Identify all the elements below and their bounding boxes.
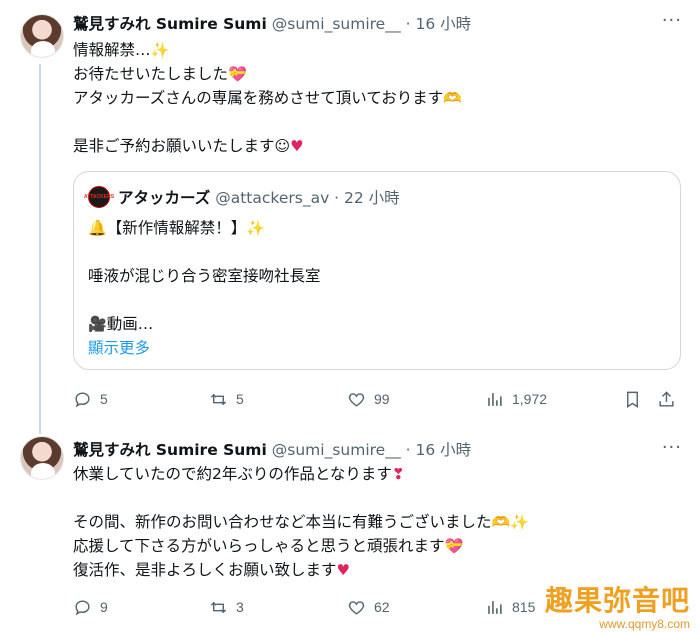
- bell-icon: 🔔: [88, 219, 107, 237]
- reply-count: 9: [100, 599, 108, 615]
- tweet-header: 鷲見すみれ Sumire Sumi @sumi_sumire__ · 16 小時: [73, 12, 471, 34]
- author-name[interactable]: 鷲見すみれ Sumire Sumi: [73, 12, 267, 34]
- retweet-icon: [210, 601, 227, 613]
- retweet-count: 3: [236, 599, 244, 615]
- reply-button[interactable]: 5: [73, 387, 108, 411]
- movie-camera-icon: 🎥: [88, 315, 107, 333]
- watermark-title: 趣果弥音吧: [544, 584, 690, 617]
- tweet-text: 情報解禁…✨ お待たせいたしました💝 アタッカーズさんの専属を務めさせて頂いてお…: [73, 38, 462, 158]
- like-button[interactable]: 62: [347, 595, 390, 619]
- tweet-line: 情報解禁…: [73, 41, 151, 59]
- red-heart-icon: ♥: [290, 137, 304, 155]
- views-count: 1,972: [512, 391, 548, 407]
- heart-ribbon-icon: 💝: [444, 537, 464, 555]
- quoted-author-name: アタッカーズ: [118, 189, 211, 207]
- avatar[interactable]: [20, 14, 64, 58]
- watermark-url: www.qqmy8.com: [599, 617, 690, 631]
- retweet-button[interactable]: 5: [209, 387, 244, 411]
- tweet-line: 是非ご予約お願いいたします: [73, 137, 275, 155]
- bookmark-icon: [627, 391, 638, 408]
- quoted-tweet-text: 🔔【新作情報解禁！】✨ 唾液が混じり合う密室接吻社長室 🎥動画…: [88, 216, 321, 336]
- heart-icon: [348, 392, 365, 407]
- reply-icon: [75, 599, 90, 615]
- tweet-line: 復活作、是非よろしくお願い致します: [73, 561, 337, 579]
- author-name[interactable]: 鷲見すみれ Sumire Sumi: [73, 438, 267, 460]
- retweet-count: 5: [236, 391, 244, 407]
- quoted-tweet[interactable]: ATTACKERS アタッカーズ @attackers_av · 22 小時 🔔…: [73, 171, 681, 370]
- tweet-1[interactable]: 鷲見すみれ Sumire Sumi @sumi_sumire__ · 16 小時…: [0, 0, 700, 425]
- heart-ribbon-icon: 💝: [228, 65, 247, 83]
- site-watermark: 趣果弥音吧 www.qqmy8.com: [545, 579, 690, 631]
- more-options-icon[interactable]: ···: [662, 10, 682, 31]
- quoted-line: 動画…: [106, 315, 154, 333]
- heart-hands-icon: 🫶: [443, 89, 462, 107]
- exclamation-heart-icon: ❣: [391, 465, 405, 483]
- heart-icon: [348, 600, 365, 615]
- tweet-line: 応援して下さる方がいらっしゃると思うと頑張れます: [73, 537, 445, 555]
- reply-button[interactable]: 9: [73, 595, 108, 619]
- reply-count: 5: [100, 391, 108, 407]
- tweet-line: その間、新作のお問い合わせなど本当に有難うございました: [73, 513, 492, 531]
- views-button[interactable]: 815: [485, 595, 535, 619]
- tweet-line: お待たせいたしました: [73, 65, 229, 83]
- sparkles-icon: ✨: [150, 41, 170, 59]
- views-chart-icon: [488, 392, 502, 406]
- red-heart-icon: ♥: [336, 561, 350, 579]
- quoted-tweet-header: ATTACKERS アタッカーズ @attackers_av · 22 小時: [84, 186, 400, 208]
- more-options-icon[interactable]: ···: [662, 437, 682, 458]
- share-button[interactable]: [657, 387, 676, 411]
- bookmark-button[interactable]: [623, 387, 642, 411]
- avatar[interactable]: [20, 436, 64, 480]
- tweet-line: アタッカーズさんの専属を務めさせて頂いております: [73, 89, 444, 107]
- retweet-button[interactable]: 3: [209, 595, 244, 619]
- tweet-text: 休業していたので約2年ぶりの作品となります❣ その間、新作のお問い合わせなど本当…: [73, 462, 529, 582]
- tweet-actions: 5 5 99 1,972: [73, 387, 683, 411]
- quoted-avatar: ATTACKERS: [84, 186, 114, 208]
- retweet-icon: [210, 393, 227, 405]
- quoted-line: 【新作情報解禁！】: [106, 219, 247, 237]
- author-handle-time[interactable]: @sumi_sumire__ · 16 小時: [272, 12, 471, 34]
- views-count: 815: [512, 599, 536, 615]
- smiling-face-icon: ☺: [274, 137, 291, 155]
- heart-hands-icon: 🫶: [491, 513, 511, 531]
- like-count: 62: [374, 599, 390, 615]
- views-chart-icon: [488, 600, 502, 614]
- author-handle-time[interactable]: @sumi_sumire__ · 16 小時: [272, 438, 471, 460]
- share-icon: [659, 390, 674, 407]
- reply-icon: [75, 391, 90, 407]
- quoted-author-handle-time: @attackers_av · 22 小時: [215, 189, 400, 207]
- like-count: 99: [374, 391, 390, 407]
- quoted-line: 唾液が混じり合う密室接吻社長室: [88, 267, 321, 285]
- like-button[interactable]: 99: [347, 387, 390, 411]
- sparkles-icon: ✨: [510, 513, 529, 531]
- views-button[interactable]: 1,972: [485, 387, 547, 411]
- sparkles-icon: ✨: [246, 219, 265, 237]
- tweet-header: 鷲見すみれ Sumire Sumi @sumi_sumire__ · 16 小時: [73, 438, 471, 460]
- tweet-line: 休業していたので約2年ぶりの作品となります: [73, 465, 392, 483]
- show-more-link[interactable]: 顯示更多: [88, 336, 150, 358]
